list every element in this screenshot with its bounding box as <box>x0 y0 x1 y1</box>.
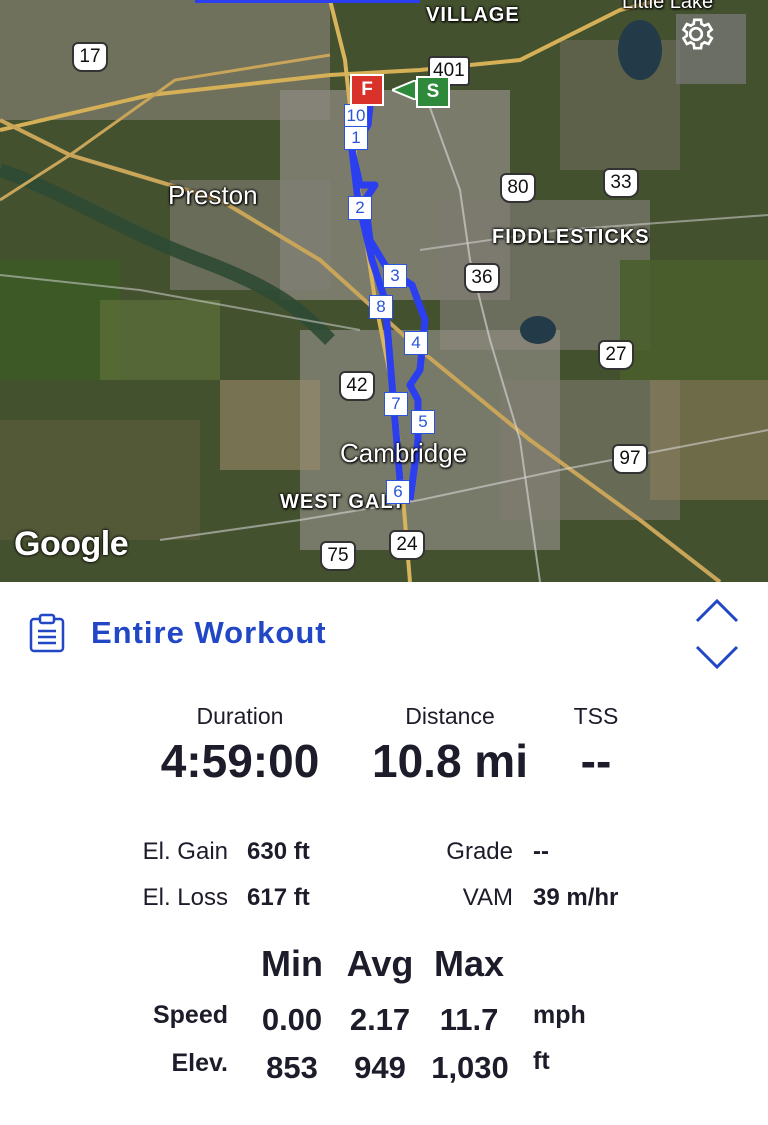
chevron-up-icon[interactable] <box>694 596 740 624</box>
speed-max: 11.7 <box>439 1002 499 1037</box>
map-label-cambridge: Cambridge <box>340 438 468 468</box>
elev-max: 1,030 <box>431 1050 509 1085</box>
map-label-village: VILLAGE <box>426 4 520 26</box>
map-label-fiddlesticks: FIDDLESTICKS <box>492 226 650 248</box>
waypoint-marker[interactable]: 10 <box>344 104 368 128</box>
speed-label: Speed <box>152 1001 228 1029</box>
grade-label: Grade <box>446 838 513 865</box>
duration-value: 4:59:00 <box>160 735 320 787</box>
column-header-max: Max <box>433 943 505 984</box>
map-label-little-lake: Little Lake <box>622 0 714 13</box>
el-loss-value: 617 ft <box>247 884 310 911</box>
map-label-preston: Preston <box>168 180 258 210</box>
route-shield: 80 <box>500 173 536 203</box>
waypoint-marker[interactable]: 3 <box>383 264 407 288</box>
waypoint-marker[interactable]: 5 <box>411 410 435 434</box>
chevron-down-icon[interactable] <box>694 644 740 672</box>
vam-label: VAM <box>462 884 513 911</box>
google-attribution[interactable]: Google <box>14 525 129 564</box>
waypoint-marker[interactable]: 7 <box>384 392 408 416</box>
route-shield: 17 <box>72 42 108 72</box>
route-shield: 97 <box>612 444 648 474</box>
waypoint-marker[interactable]: 8 <box>369 295 393 319</box>
route-shield: 27 <box>598 340 634 370</box>
route-map[interactable]: VILLAGE Little Lake Preston FIDDLESTICKS… <box>0 0 768 582</box>
elev-label: Elev. <box>171 1049 228 1077</box>
tss-value: -- <box>580 735 612 787</box>
elev-unit: ft <box>533 1047 550 1075</box>
settings-button[interactable] <box>676 14 746 84</box>
el-gain-label: El. Gain <box>142 838 228 865</box>
distance-value: 10.8 mi <box>372 735 528 787</box>
waypoint-marker[interactable]: 4 <box>404 331 428 355</box>
route-shield: 33 <box>603 168 639 198</box>
vam-value: 39 m/hr <box>533 884 619 911</box>
gear-icon <box>681 18 714 50</box>
start-arrow-icon <box>392 80 417 100</box>
workout-summary-panel: Entire Workout Duration 4:59:00 Distance… <box>0 582 768 1125</box>
speed-min: 0.00 <box>261 1002 323 1037</box>
route-shield: 42 <box>339 371 375 401</box>
route-shield: 75 <box>320 541 356 571</box>
column-header-avg: Avg <box>346 943 414 984</box>
duration-label: Duration <box>196 703 284 729</box>
el-gain-value: 630 ft <box>247 838 310 865</box>
tss-label: TSS <box>573 703 619 729</box>
waypoint-marker[interactable]: 1 <box>344 126 368 150</box>
clipboard-icon <box>29 613 65 653</box>
waypoint-marker[interactable]: 6 <box>386 480 410 504</box>
route-shield: 36 <box>464 263 500 293</box>
column-header-min: Min <box>261 943 323 984</box>
waypoint-marker[interactable]: 2 <box>348 196 372 220</box>
speed-unit: mph <box>533 1001 586 1029</box>
speed-avg: 2.17 <box>349 1002 411 1037</box>
finish-flag[interactable]: F <box>350 74 384 106</box>
elev-min: 853 <box>266 1050 318 1085</box>
route-shield: 24 <box>389 530 425 560</box>
el-loss-label: El. Loss <box>142 884 228 911</box>
distance-label: Distance <box>405 703 495 729</box>
elev-avg: 949 <box>354 1050 406 1085</box>
start-flag[interactable]: S <box>416 76 450 108</box>
workout-title[interactable]: Entire Workout <box>91 615 327 651</box>
grade-value: -- <box>533 838 549 865</box>
